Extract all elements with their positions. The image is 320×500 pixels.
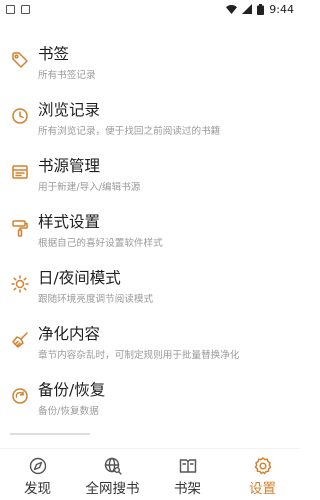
setting-title: 样式设置	[38, 213, 101, 231]
setting-description: 备份/恢复数据	[38, 406, 99, 417]
nav-tab-settings[interactable]: 设置	[225, 449, 300, 500]
bottom-navigation: 发现 全网搜书 书架 设置	[0, 448, 300, 500]
status-time: 9:44	[269, 2, 294, 16]
nav-tab-web-search[interactable]: 全网搜书	[75, 449, 150, 500]
nav-label: 书架	[174, 481, 201, 497]
book-source-icon	[10, 162, 30, 182]
setting-description: 所有书签记录	[38, 70, 96, 81]
nav-label: 全网搜书	[85, 481, 140, 497]
nav-label: 设置	[249, 481, 276, 497]
notification-icon	[6, 4, 15, 14]
status-indicators: 9:44	[226, 3, 294, 16]
clock-icon	[10, 106, 30, 126]
status-bar: 9:44	[0, 0, 300, 18]
setting-description: 跟随环境亮度调节阅读模式	[38, 294, 154, 305]
discover-icon	[28, 456, 48, 476]
partially-hidden-item	[10, 430, 130, 436]
wifi-icon	[226, 4, 238, 14]
setting-title: 书源管理	[38, 157, 101, 175]
setting-title: 浏览记录	[38, 101, 101, 119]
backup-icon	[10, 386, 30, 406]
setting-book-sources[interactable]: 书源管理 用于新建/导入/编辑书源	[0, 148, 300, 200]
nav-tab-bookshelf[interactable]: 书架	[150, 449, 225, 500]
settings-gear-icon	[253, 456, 273, 476]
sun-icon	[10, 274, 30, 294]
paint-roller-icon	[10, 218, 30, 238]
broom-icon	[10, 330, 30, 350]
bookshelf-icon	[178, 456, 198, 476]
tag-icon	[10, 50, 30, 70]
setting-backup-restore[interactable]: 备份/恢复 备份/恢复数据	[0, 372, 300, 424]
setting-history[interactable]: 浏览记录 所有浏览记录，便于找回之前阅读过的书籍	[0, 92, 300, 144]
notification-icon	[21, 4, 30, 14]
notification-icons	[6, 4, 30, 14]
cell-signal-icon	[242, 4, 253, 14]
setting-description: 章节内容杂乱时，可制定规则用于批量替换净化	[38, 350, 240, 361]
setting-title: 备份/恢复	[38, 381, 106, 399]
setting-description: 用于新建/导入/编辑书源	[38, 182, 141, 193]
battery-icon	[257, 3, 265, 15]
setting-purify[interactable]: 净化内容 章节内容杂乱时，可制定规则用于批量替换净化	[0, 316, 300, 368]
setting-description: 所有浏览记录，便于找回之前阅读过的书籍	[38, 126, 221, 137]
nav-label: 发现	[24, 481, 51, 497]
web-search-icon	[103, 456, 123, 476]
setting-style[interactable]: 样式设置 根据自己的喜好设置软件样式	[0, 204, 300, 256]
setting-description: 根据自己的喜好设置软件样式	[38, 238, 163, 249]
nav-tab-discover[interactable]: 发现	[0, 449, 75, 500]
setting-bookmarks[interactable]: 书签 所有书签记录	[0, 36, 300, 88]
setting-title: 日/夜间模式	[38, 269, 121, 287]
setting-day-night[interactable]: 日/夜间模式 跟随环境亮度调节阅读模式	[0, 260, 300, 312]
setting-title: 书签	[38, 45, 70, 63]
setting-title: 净化内容	[38, 325, 101, 343]
